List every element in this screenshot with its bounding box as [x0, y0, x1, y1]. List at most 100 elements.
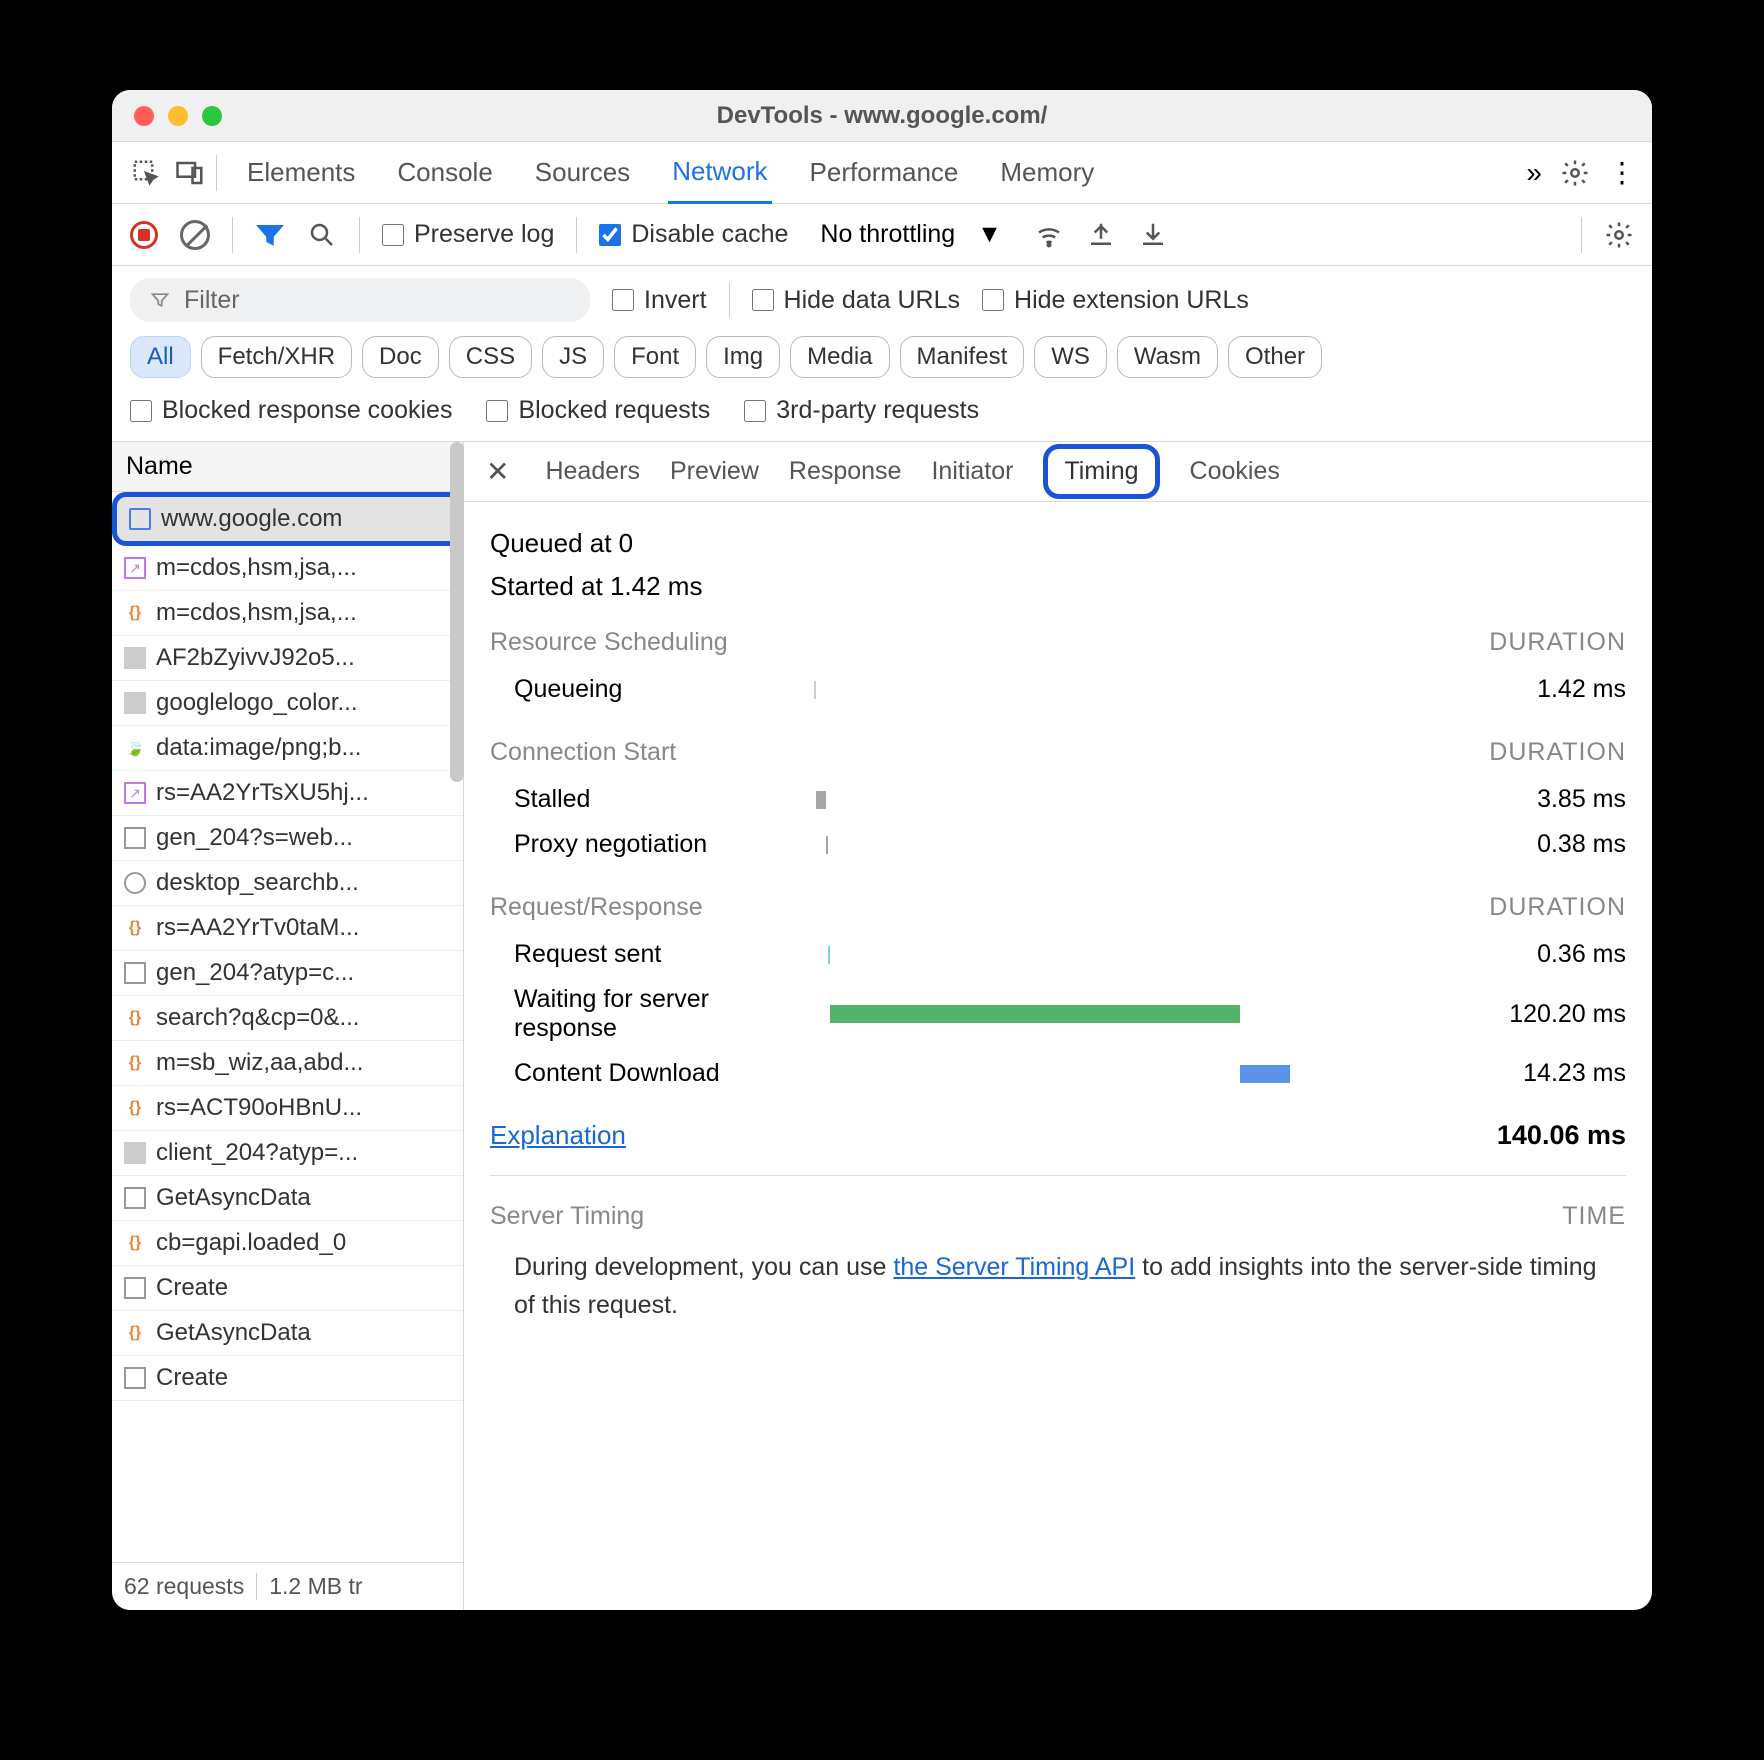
- jso-icon: [124, 1232, 146, 1254]
- more-tabs-icon[interactable]: »: [1526, 157, 1542, 189]
- blocked-requests-checkbox[interactable]: Blocked requests: [486, 396, 710, 425]
- maximize-window-button[interactable]: [202, 106, 222, 126]
- timing-bar: [814, 942, 1466, 968]
- scrollbar[interactable]: [450, 442, 464, 782]
- request-row[interactable]: Create: [112, 1266, 463, 1311]
- name-column-header[interactable]: Name: [112, 442, 463, 492]
- request-row[interactable]: rs=ACT90oHBnU...: [112, 1086, 463, 1131]
- devtools-window: DevTools - www.google.com/ Elements Conso…: [112, 90, 1652, 1610]
- request-row[interactable]: client_204?atyp=...: [112, 1131, 463, 1176]
- window-controls: [134, 106, 222, 126]
- tab-console[interactable]: Console: [393, 143, 496, 202]
- filter-toggle-icon[interactable]: [255, 220, 285, 250]
- chip-fetch-xhr[interactable]: Fetch/XHR: [201, 336, 352, 378]
- disable-cache-checkbox[interactable]: Disable cache: [599, 220, 788, 249]
- request-row[interactable]: GetAsyncData: [112, 1311, 463, 1356]
- started-at: Started at 1.42 ms: [490, 571, 1626, 602]
- network-settings-icon[interactable]: [1604, 220, 1634, 250]
- img-icon: [124, 647, 146, 669]
- device-toolbar-icon[interactable]: [172, 155, 208, 191]
- window-title: DevTools - www.google.com/: [112, 102, 1652, 130]
- chip-font[interactable]: Font: [614, 336, 696, 378]
- duration-label: DURATION: [1489, 893, 1626, 922]
- chip-img[interactable]: Img: [706, 336, 780, 378]
- duration-label: DURATION: [1489, 628, 1626, 657]
- doc-icon: [129, 508, 151, 530]
- detail-tab-initiator[interactable]: Initiator: [931, 457, 1013, 486]
- chip-css[interactable]: CSS: [449, 336, 532, 378]
- close-detail-icon[interactable]: ✕: [480, 455, 515, 488]
- jso-icon: [124, 917, 146, 939]
- export-har-icon[interactable]: [1086, 220, 1116, 250]
- separator: [232, 217, 233, 253]
- server-timing-text: During development, you can use the Serv…: [490, 1241, 1626, 1332]
- blocked-cookies-checkbox[interactable]: Blocked response cookies: [130, 396, 452, 425]
- chip-manifest[interactable]: Manifest: [900, 336, 1025, 378]
- request-row[interactable]: desktop_searchb...: [112, 861, 463, 906]
- clear-button[interactable]: [180, 220, 210, 250]
- chip-wasm[interactable]: Wasm: [1117, 336, 1218, 378]
- request-row[interactable]: m=cdos,hsm,jsa,...: [112, 591, 463, 636]
- request-row[interactable]: googlelogo_color...: [112, 681, 463, 726]
- timing-bar: [814, 677, 1466, 703]
- request-row[interactable]: cb=gapi.loaded_0: [112, 1221, 463, 1266]
- request-row[interactable]: search?q&cp=0&...: [112, 996, 463, 1041]
- tab-sources[interactable]: Sources: [531, 143, 634, 202]
- inspect-element-icon[interactable]: [128, 155, 164, 191]
- misc-icon: [124, 827, 146, 849]
- chip-media[interactable]: Media: [790, 336, 889, 378]
- request-row[interactable]: rs=AA2YrTsXU5hj...: [112, 771, 463, 816]
- detail-pane: ✕ Headers Preview Response Initiator Timing C…: [464, 442, 1652, 1610]
- timing-row: Proxy negotiation0.38 ms: [490, 822, 1626, 867]
- minimize-window-button[interactable]: [168, 106, 188, 126]
- chip-js[interactable]: JS: [542, 336, 604, 378]
- request-row[interactable]: www.google.com: [112, 492, 463, 546]
- timing-section-title: Resource Scheduling: [490, 628, 728, 657]
- search-icon[interactable]: [307, 220, 337, 250]
- request-row[interactable]: gen_204?atyp=c...: [112, 951, 463, 996]
- request-row[interactable]: Create: [112, 1356, 463, 1401]
- timing-value: 3.85 ms: [1466, 785, 1626, 814]
- chip-ws[interactable]: WS: [1034, 336, 1107, 378]
- tab-memory[interactable]: Memory: [996, 143, 1098, 202]
- kebab-menu-icon[interactable]: ⋮: [1608, 156, 1636, 189]
- detail-tab-headers[interactable]: Headers: [545, 457, 640, 486]
- timing-label: Request sent: [514, 940, 814, 969]
- network-conditions-icon[interactable]: [1034, 220, 1064, 250]
- chip-doc[interactable]: Doc: [362, 336, 439, 378]
- hide-extension-urls-checkbox[interactable]: Hide extension URLs: [982, 286, 1249, 315]
- tab-performance[interactable]: Performance: [806, 143, 963, 202]
- funnel-icon: [150, 290, 170, 310]
- request-row[interactable]: m=cdos,hsm,jsa,...: [112, 546, 463, 591]
- filter-input[interactable]: Filter: [130, 278, 590, 322]
- settings-icon[interactable]: [1560, 158, 1590, 188]
- chip-all[interactable]: All: [130, 336, 191, 378]
- import-har-icon[interactable]: [1138, 220, 1168, 250]
- throttling-select[interactable]: No throttling ▼: [810, 216, 1011, 253]
- request-row[interactable]: data:image/png;b...: [112, 726, 463, 771]
- close-window-button[interactable]: [134, 106, 154, 126]
- chip-other[interactable]: Other: [1228, 336, 1322, 378]
- detail-tab-timing[interactable]: Timing: [1043, 444, 1159, 499]
- img-icon: [124, 1142, 146, 1164]
- tab-network[interactable]: Network: [668, 142, 771, 204]
- request-row[interactable]: gen_204?s=web...: [112, 816, 463, 861]
- detail-tabs: ✕ Headers Preview Response Initiator Timing C…: [464, 442, 1652, 502]
- detail-tab-cookies[interactable]: Cookies: [1190, 457, 1280, 486]
- request-row[interactable]: GetAsyncData: [112, 1176, 463, 1221]
- invert-checkbox[interactable]: Invert: [612, 286, 707, 315]
- server-timing-api-link[interactable]: the Server Timing API: [893, 1253, 1135, 1281]
- jso-icon: [124, 602, 146, 624]
- third-party-checkbox[interactable]: 3rd-party requests: [744, 396, 979, 425]
- request-row[interactable]: AF2bZyivvJ92o5...: [112, 636, 463, 681]
- explanation-link[interactable]: Explanation: [490, 1120, 626, 1151]
- hide-data-urls-checkbox[interactable]: Hide data URLs: [752, 286, 960, 315]
- request-row[interactable]: rs=AA2YrTv0taM...: [112, 906, 463, 951]
- preserve-log-checkbox[interactable]: Preserve log: [382, 220, 554, 249]
- request-name: GetAsyncData: [156, 1184, 311, 1212]
- detail-tab-preview[interactable]: Preview: [670, 457, 759, 486]
- record-button[interactable]: [130, 221, 158, 249]
- tab-elements[interactable]: Elements: [243, 143, 359, 202]
- detail-tab-response[interactable]: Response: [789, 457, 902, 486]
- request-row[interactable]: m=sb_wiz,aa,abd...: [112, 1041, 463, 1086]
